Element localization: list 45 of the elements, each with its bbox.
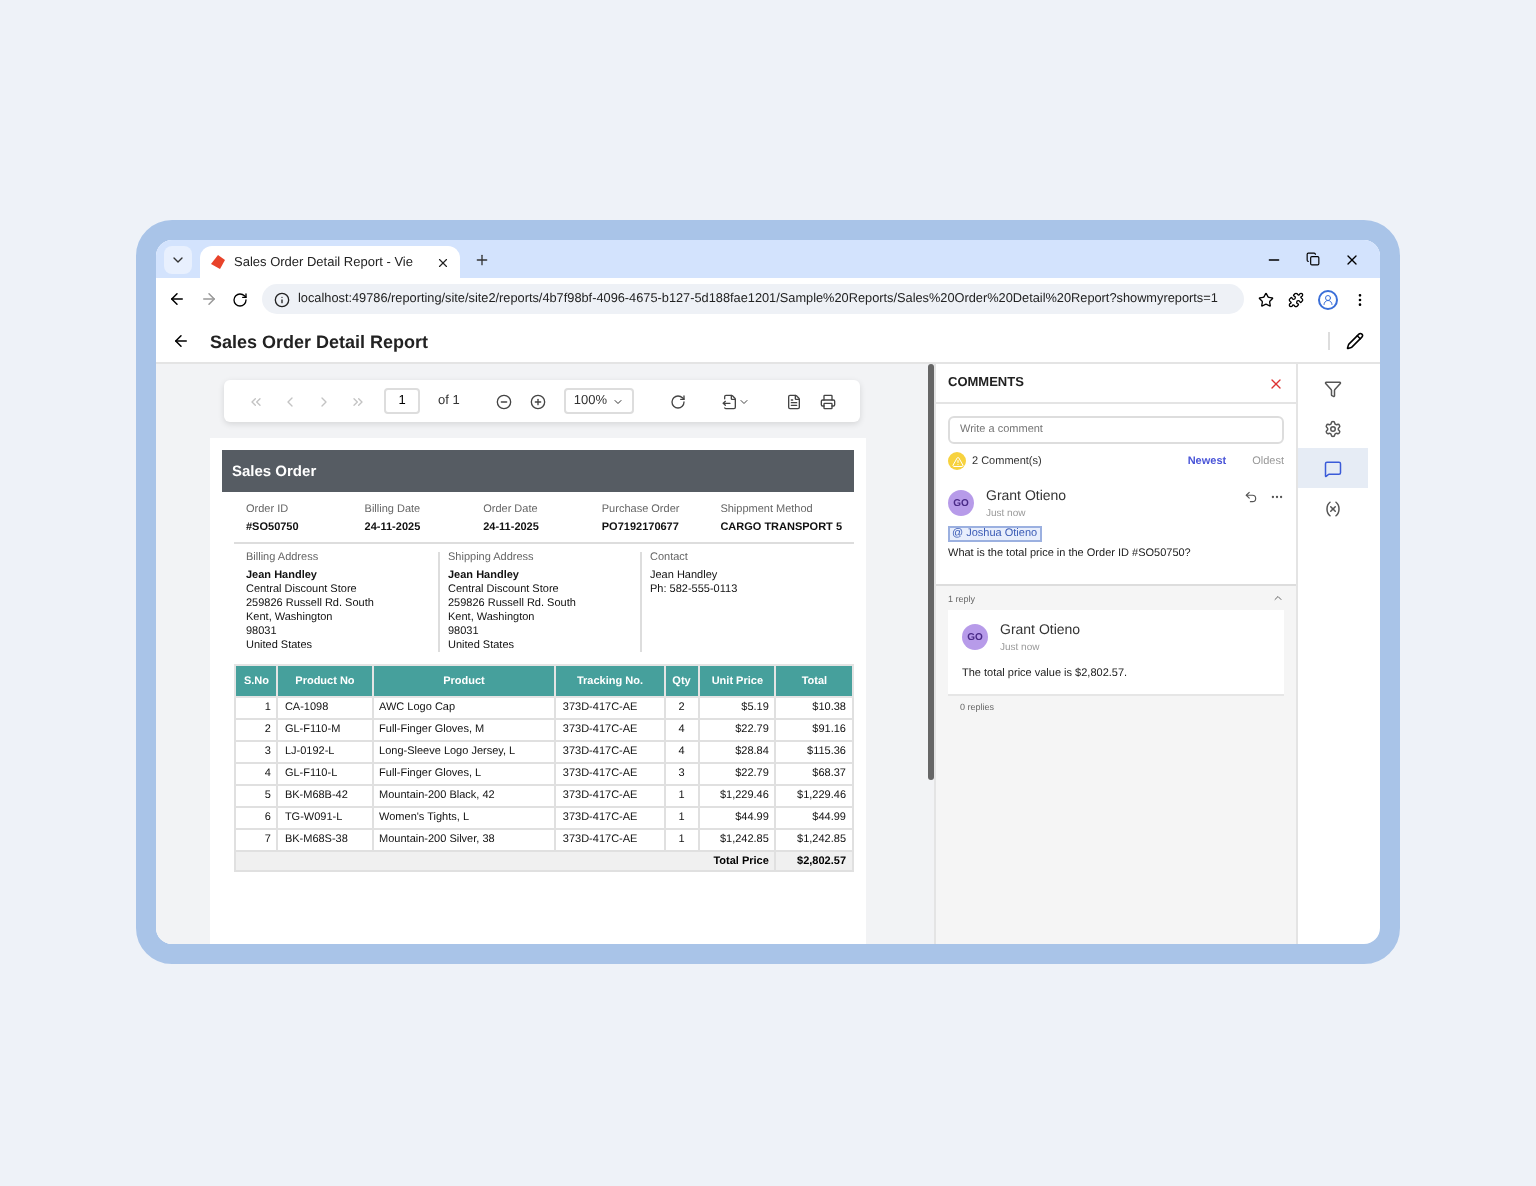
print-button[interactable] xyxy=(820,391,837,411)
site-info-icon[interactable] xyxy=(274,291,290,307)
settings-icon xyxy=(1323,419,1341,437)
profile-button[interactable] xyxy=(1318,289,1338,309)
close-icon[interactable] xyxy=(1344,251,1360,267)
more-icon[interactable] xyxy=(1270,490,1284,504)
back-icon[interactable] xyxy=(172,332,190,350)
chevron-up-icon xyxy=(1272,592,1284,604)
back-icon[interactable] xyxy=(168,290,186,308)
reply-icon[interactable] xyxy=(1244,490,1258,504)
plus-icon xyxy=(474,251,490,267)
print-icon xyxy=(820,393,837,409)
chevron-left-icon xyxy=(282,393,298,409)
forward-icon[interactable] xyxy=(200,290,218,308)
refresh-icon xyxy=(670,393,687,409)
extensions-icon[interactable] xyxy=(1288,291,1304,307)
scrollbar-thumb[interactable] xyxy=(928,364,934,780)
zoom-out-icon xyxy=(495,393,512,409)
report-title: Sales Order Detail Report xyxy=(210,331,429,351)
zoom-in-button[interactable] xyxy=(529,391,546,411)
zoom-in-icon xyxy=(529,393,546,409)
chevron-down-icon xyxy=(612,395,625,407)
user-icon xyxy=(1322,293,1334,305)
filter-icon xyxy=(1323,379,1341,397)
restore-icon[interactable] xyxy=(1306,251,1320,265)
edit-icon[interactable] xyxy=(1346,332,1364,350)
document-button[interactable] xyxy=(786,391,803,411)
comments-icon xyxy=(1323,459,1341,477)
zoom-out-button[interactable] xyxy=(495,391,512,411)
reload-icon[interactable] xyxy=(232,291,248,307)
export-button[interactable] xyxy=(722,391,751,411)
chevron-right-icon xyxy=(316,393,332,409)
comment-button[interactable] xyxy=(1297,448,1367,488)
app-logo-icon xyxy=(210,254,226,270)
tab-list-button[interactable] xyxy=(164,245,192,273)
first-page-icon xyxy=(248,393,264,409)
close-button[interactable] xyxy=(1266,374,1284,392)
bookmark-star-icon[interactable] xyxy=(1258,291,1274,307)
close-icon xyxy=(1267,375,1283,391)
last-page-icon xyxy=(350,393,366,409)
document-icon xyxy=(786,393,803,409)
refresh-button[interactable] xyxy=(670,391,687,411)
close-tab-icon[interactable] xyxy=(436,255,450,269)
chevron-down-icon xyxy=(738,395,751,407)
export-icon xyxy=(722,393,739,409)
